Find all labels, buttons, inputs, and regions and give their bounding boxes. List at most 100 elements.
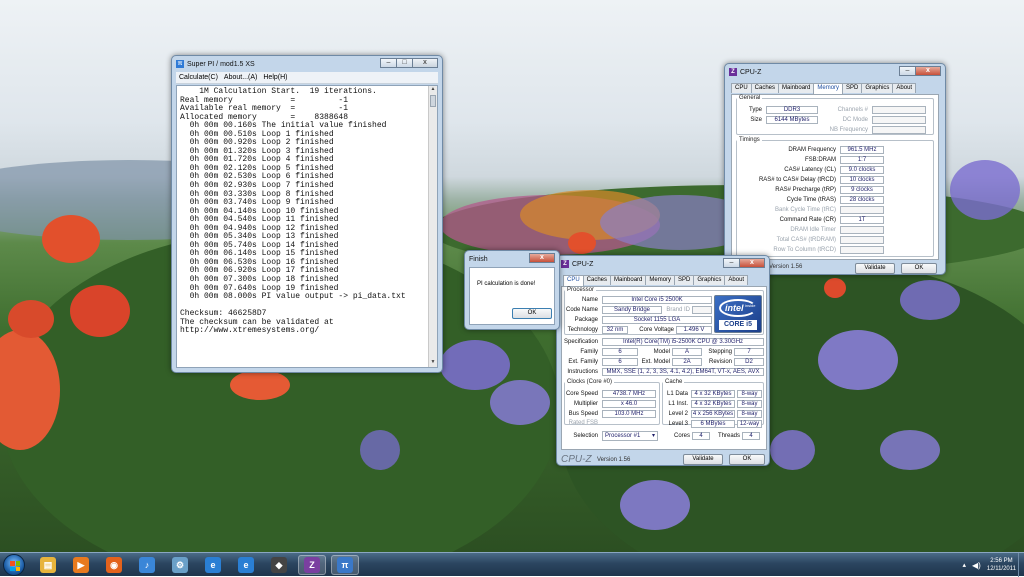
cpuz_cpu-tab-about[interactable]: About (724, 275, 749, 285)
name-value: Intel Core i5 2500K (602, 296, 712, 304)
cpuz-cpu-window[interactable]: Z CPU-Z – x CPU Caches Mainboard Memory SPD G… (556, 255, 770, 466)
maximize-button[interactable]: □ (396, 58, 413, 68)
cache-label: L1 Inst. (668, 401, 688, 407)
menu-help[interactable]: Help(H) (263, 74, 287, 81)
revision-label: Revision (708, 359, 732, 365)
validate-button[interactable]: Validate (683, 454, 723, 465)
taskbar-button[interactable]: ◆ (265, 555, 293, 575)
size-value: 6144 MBytes (766, 116, 818, 124)
taskbar-button[interactable]: π (331, 555, 359, 575)
show-desktop-button[interactable] (1018, 553, 1024, 577)
rated-fsb-label: Rated FSB (568, 420, 598, 426)
core-speed-label: Core Speed (565, 391, 598, 397)
cpuz-memory-title: CPU-Z (740, 68, 762, 76)
model-label: Model (653, 349, 670, 355)
ok-button[interactable]: OK (729, 454, 765, 465)
close-button[interactable]: x (529, 253, 555, 263)
clock[interactable]: 2:56 PM 12/11/2011 (987, 557, 1016, 573)
cpuz_memory-tab-memory[interactable]: Memory (813, 83, 844, 94)
cpuz_memory-tab-caches[interactable]: Caches (750, 83, 780, 93)
cpuz_memory-tab-graphics[interactable]: Graphics (861, 83, 894, 93)
taskbar-button[interactable]: ♪ (133, 555, 161, 575)
superpi-output[interactable]: 1M Calculation Start. 19 iterations. Rea… (176, 85, 438, 368)
timing-label: RAS# to CAS# Delay (tRCD) (758, 177, 836, 183)
brand-id-value (692, 306, 712, 314)
finish-dialog[interactable]: Finish x PI calculation is done! OK (464, 250, 560, 330)
close-button[interactable]: x (915, 66, 941, 76)
channels-value (872, 106, 926, 114)
general-legend: General (739, 95, 761, 101)
finish-message: PI calculation is done! (477, 281, 536, 287)
ok-button[interactable]: OK (901, 263, 937, 274)
cache-size: 4 x 32 KBytes (691, 390, 735, 398)
minimize-button[interactable]: – (899, 66, 916, 76)
threads-label: Threads (717, 433, 740, 439)
cpuz-memory-window[interactable]: Z CPU-Z – x CPU Caches Mainboard Memory SPD G… (724, 63, 946, 275)
close-button[interactable]: x (412, 58, 438, 68)
taskbar-button[interactable]: e (232, 555, 260, 575)
app-icon: ◆ (271, 557, 287, 573)
show-hidden-icons-icon[interactable]: ▴ (963, 561, 967, 569)
nb-frequency-value (872, 126, 926, 134)
family-value: 6 (602, 348, 638, 356)
superpi-output-text: 1M Calculation Start. 19 iterations. Rea… (180, 87, 406, 336)
itunes-icon: ♪ (139, 557, 155, 573)
cache-label: Level 3 (668, 421, 688, 427)
menu-calculate[interactable]: Calculate(C) (179, 74, 218, 81)
cpuz_cpu-tab-memory[interactable]: Memory (645, 275, 676, 285)
cache-legend: Cache (665, 379, 683, 385)
minimize-button[interactable]: – (723, 258, 740, 268)
start-button[interactable] (3, 554, 25, 576)
intel-logo-inside: inside (745, 303, 756, 308)
timing-value (840, 226, 884, 234)
taskbar-button[interactable]: ▤ (34, 555, 62, 575)
cpuz_cpu-tab-graphics[interactable]: Graphics (693, 275, 726, 285)
windows-logo-icon (10, 561, 20, 571)
timing-label: DRAM Idle Timer (790, 227, 836, 233)
cpuz_memory-tab-spd[interactable]: SPD (842, 83, 863, 93)
scroll-thumb[interactable] (430, 95, 436, 107)
cpuz_memory-tab-about[interactable]: About (892, 83, 917, 93)
close-button[interactable]: x (739, 258, 765, 268)
taskbar-button[interactable]: ◉ (100, 555, 128, 575)
timing-value: 961.5 MHz (840, 146, 884, 154)
cores-label: Cores (673, 433, 690, 439)
volume-icon[interactable]: ◀) (972, 561, 981, 570)
scroll-down-icon[interactable]: ▼ (429, 359, 437, 367)
media-player-icon: ▶ (73, 557, 89, 573)
scroll-up-icon[interactable]: ▲ (429, 86, 437, 94)
memory-panel: General Type DDR3 Size 6144 MBytes Chann… (731, 94, 939, 260)
taskbar-button[interactable]: Z (298, 555, 326, 575)
minimize-button[interactable]: – (380, 58, 397, 68)
system-tray: ▴ ◀) 2:56 PM 12/11/2011 (963, 553, 1016, 577)
selection-label: Selection (573, 433, 598, 439)
taskbar-button[interactable]: e (199, 555, 227, 575)
superpi-icon: π (337, 557, 353, 573)
cache-label: L1 Data (666, 391, 688, 397)
cpuz_cpu-tab-mainboard[interactable]: Mainboard (610, 275, 647, 285)
cpuz_cpu-tab-caches[interactable]: Caches (582, 275, 612, 285)
cpuz_cpu-tab-cpu[interactable]: CPU (563, 275, 584, 286)
cpuz_cpu-tab-spd[interactable]: SPD (674, 275, 695, 285)
validate-button[interactable]: Validate (855, 263, 895, 274)
cpuz_memory-tab-mainboard[interactable]: Mainboard (778, 83, 815, 93)
core-voltage-label: Core Voltage (639, 327, 674, 333)
core-voltage-value: 1.496 V (676, 326, 712, 334)
taskbar-button[interactable]: ▶ (67, 555, 95, 575)
processor-select[interactable]: Processor #1 ▾ (602, 431, 658, 441)
timing-label: FSB:DRAM (804, 157, 836, 163)
timing-value: 1T (840, 216, 884, 224)
explorer-folder-icon: ▤ (40, 557, 56, 573)
menu-about[interactable]: About...(A) (224, 74, 257, 81)
finish-body: PI calculation is done! OK (469, 267, 555, 325)
ok-button[interactable]: OK (512, 308, 552, 319)
superpi-window[interactable]: π Super PI / mod1.5 XS – □ x Calculate(C… (171, 55, 443, 373)
taskbar-button[interactable]: ⚙ (166, 555, 194, 575)
ext-family-label: Ext. Family (568, 359, 598, 365)
vertical-scrollbar[interactable]: ▲ ▼ (428, 86, 437, 367)
ext-family-value: 6 (602, 358, 638, 366)
cpuz_memory-tab-cpu[interactable]: CPU (731, 83, 752, 93)
codename-value: Sandy Bridge (602, 306, 662, 314)
clock-date: 12/11/2011 (986, 566, 1016, 572)
cache-associativity: 8-way (737, 400, 762, 408)
